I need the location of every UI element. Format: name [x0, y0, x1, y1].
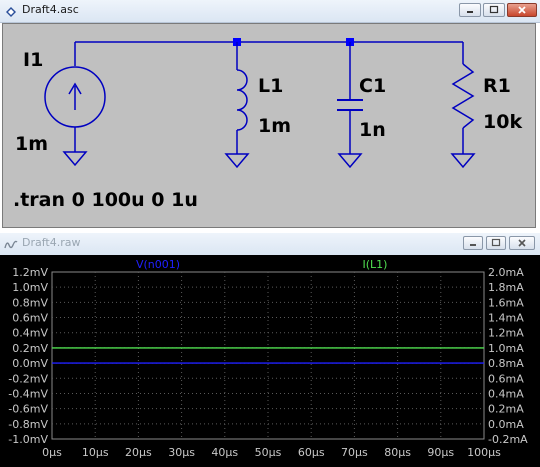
y-left-tick-label: 0.6mV [12, 312, 48, 325]
close-button[interactable] [507, 3, 537, 17]
waveform-plot[interactable]: 1.2mV 1.0mV 0.8mV 0.6mV 0.4mV 0.2mV 0.0mV -0.2m… [0, 255, 540, 467]
maximize-icon [489, 5, 499, 14]
minimize-button[interactable] [459, 3, 481, 17]
y-left-tick-label: -0.6mV [8, 403, 48, 416]
waveform-icon [4, 237, 18, 251]
y-right-tick-label: -0.2mA [488, 433, 528, 446]
y-right-tick-label: 1.8mA [488, 281, 524, 294]
i1-value-label: 1m [15, 133, 48, 155]
maximize-button[interactable] [486, 236, 506, 250]
c1-ref-label: C1 [359, 75, 386, 97]
maximize-button[interactable] [483, 3, 505, 17]
y-right-tick-label: 2.0mA [488, 266, 524, 279]
c1-value-label: 1n [359, 119, 386, 141]
r1-ref-label: R1 [483, 75, 511, 97]
y-right-tick-label: 1.2mA [488, 327, 524, 340]
current-source-i1[interactable] [44, 42, 106, 167]
maximize-icon [491, 238, 501, 247]
minimize-icon [467, 11, 473, 13]
close-icon [518, 6, 526, 14]
y-left-tick-label: 1.2mV [12, 266, 48, 279]
x-tick-label: 80µs [384, 446, 411, 459]
x-tick-label: 60µs [298, 446, 325, 459]
y-right-tick-label: 0.6mA [488, 372, 524, 385]
y-right-tick-label: 1.6mA [488, 296, 524, 309]
close-icon [518, 239, 526, 247]
y-right-tick-label: 1.4mA [488, 312, 524, 325]
schematic-icon [4, 4, 18, 18]
y-right-tick-label: 1.0mA [488, 342, 524, 355]
y-left-tick-label: -1.0mV [8, 433, 48, 446]
y-right-tick-label: 0.0mA [488, 418, 524, 431]
spice-directive[interactable]: .tran 0 100u 0 1u [13, 189, 198, 211]
x-tick-label: 90µs [427, 446, 454, 459]
y-right-tick-label: 0.8mA [488, 357, 524, 370]
x-tick-label: 0µs [42, 446, 62, 459]
y-left-tick-label: -0.4mV [8, 387, 48, 400]
y-left-tick-label: 0.8mV [12, 296, 48, 309]
y-left-tick-label: 0.0mV [12, 357, 48, 370]
y-left-tick-label: 0.4mV [12, 327, 48, 340]
inductor-l1[interactable] [224, 42, 250, 169]
x-tick-label: 50µs [255, 446, 282, 459]
y-left-tick-label: -0.2mV [8, 372, 48, 385]
x-tick-label: 40µs [211, 446, 238, 459]
x-tick-label: 70µs [341, 446, 368, 459]
y-left-tick-label: -0.8mV [8, 418, 48, 431]
waveform-window-title: Draft4.raw [22, 236, 81, 249]
trace-label[interactable]: V(n001) [136, 258, 180, 271]
l1-value-label: 1m [258, 115, 291, 137]
resistor-r1[interactable] [450, 42, 476, 169]
close-button[interactable] [509, 236, 535, 250]
schematic-titlebar[interactable]: Draft4.asc [0, 0, 540, 23]
x-tick-label: 20µs [125, 446, 152, 459]
schematic-window-title: Draft4.asc [22, 3, 79, 16]
y-right-tick-label: 0.2mA [488, 403, 524, 416]
y-right-tick-label: 0.4mA [488, 387, 524, 400]
x-tick-label: 100µs [467, 446, 501, 459]
trace-label[interactable]: I(L1) [363, 258, 388, 271]
l1-ref-label: L1 [258, 75, 283, 97]
capacitor-c1[interactable] [337, 42, 363, 169]
waveform-titlebar[interactable]: Draft4.raw [0, 233, 540, 256]
y-left-tick-label: 0.2mV [12, 342, 48, 355]
y-left-tick-label: 1.0mV [12, 281, 48, 294]
x-tick-label: 30µs [168, 446, 195, 459]
minimize-button[interactable] [463, 236, 483, 250]
minimize-icon [470, 244, 476, 246]
plot-frame [51, 271, 485, 440]
i1-ref-label: I1 [23, 49, 43, 71]
schematic-window: Draft4.asc I1 1m L1 1m C1 1n R1 10k .tra… [0, 0, 540, 230]
schematic-canvas[interactable]: I1 1m L1 1m C1 1n R1 10k .tran 0 100u 0 … [2, 23, 536, 228]
r1-value-label: 10k [483, 111, 522, 133]
x-tick-label: 10µs [82, 446, 109, 459]
